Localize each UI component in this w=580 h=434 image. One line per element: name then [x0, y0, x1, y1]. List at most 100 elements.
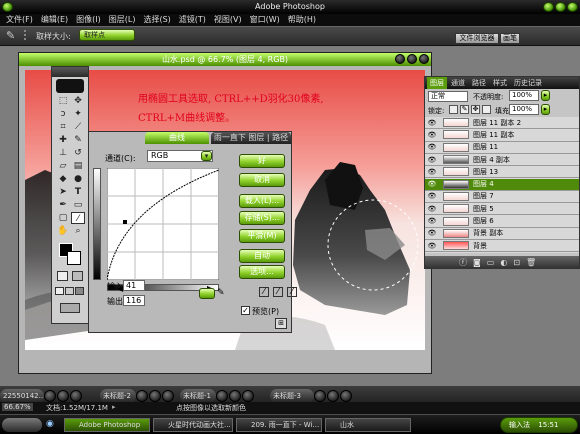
curve-graph[interactable]	[107, 168, 219, 280]
healing-brush-icon[interactable]: ✚	[56, 134, 70, 146]
marquee-tool-icon[interactable]: ⬚	[56, 95, 70, 107]
layer-style-icon[interactable]: ⓕ	[459, 257, 467, 268]
task-photoshop[interactable]: Adobe Photoshop	[64, 418, 150, 432]
doc-close-icon[interactable]	[242, 390, 254, 402]
slice-tool-icon[interactable]: ⟋	[71, 121, 85, 133]
photoshop-logo-icon[interactable]	[56, 79, 84, 93]
task-folder[interactable]: 山水	[325, 418, 411, 432]
input-field[interactable]: 41	[123, 280, 145, 291]
chevron-down-icon[interactable]: ▾	[201, 151, 212, 161]
options-button[interactable]: 选项...	[239, 265, 285, 279]
opacity-arrow-icon[interactable]: ▸	[541, 90, 550, 101]
clone-stamp-icon[interactable]: ⊥	[56, 147, 70, 159]
layer-mask-icon[interactable]: ◙	[473, 258, 481, 267]
tab-styles[interactable]: 样式	[490, 77, 510, 89]
lock-all-icon[interactable]	[482, 105, 491, 114]
app-menu-icon[interactable]	[2, 2, 13, 12]
gradient-tool-icon[interactable]: ▤	[71, 160, 85, 172]
notes-tool-icon[interactable]: ▢	[56, 212, 70, 224]
layer-row-selected[interactable]: 👁 图层 4	[425, 178, 579, 191]
screen-mode-2-icon[interactable]	[65, 287, 74, 295]
doc-close-button[interactable]	[419, 54, 429, 64]
eye-icon[interactable]: 👁	[425, 119, 439, 127]
eyedropper-white-icon[interactable]: ⁄	[287, 287, 297, 297]
eyedropper-black-icon[interactable]: ⁄	[259, 287, 269, 297]
path-select-icon[interactable]: ➤	[56, 186, 70, 198]
layer-row[interactable]: 👁 图层 4 副本	[425, 154, 579, 167]
menu-image[interactable]: 图像(I)	[72, 14, 105, 26]
eraser-tool-icon[interactable]: ▱	[56, 160, 70, 172]
auto-button[interactable]: 自动	[239, 249, 285, 263]
tab-history[interactable]: 历史记录	[511, 77, 545, 89]
toolbox-header[interactable]	[52, 67, 88, 77]
task-browser[interactable]: 火星时代动画大社...	[153, 418, 233, 432]
fill-field[interactable]: 100%	[509, 104, 539, 115]
move-tool-icon[interactable]: ✥	[71, 95, 85, 107]
menu-layer[interactable]: 图层(L)	[105, 14, 140, 26]
save-button[interactable]: 存储(S)...	[239, 211, 285, 225]
sample-size-select[interactable]: 取样点	[79, 29, 135, 41]
start-button[interactable]	[2, 418, 42, 432]
load-button[interactable]: 载入(L)...	[239, 194, 285, 208]
doc-maximize-icon[interactable]	[229, 390, 241, 402]
new-layer-icon[interactable]: ⊡	[513, 258, 520, 267]
screen-mode-3-icon[interactable]	[75, 287, 84, 295]
lock-brush-icon[interactable]: ✎	[460, 105, 469, 114]
screen-mode-1-icon[interactable]	[55, 287, 64, 295]
doc-maximize-button[interactable]	[407, 54, 417, 64]
menu-filter[interactable]: 滤镜(T)	[175, 14, 210, 26]
document-size[interactable]: 文档:1.52M/17.1M	[46, 403, 108, 413]
menu-select[interactable]: 选择(S)	[139, 14, 174, 26]
layer-row[interactable]: 👁 图层 13	[425, 166, 579, 179]
doc-maximize-icon[interactable]	[149, 390, 161, 402]
dodge-tool-icon[interactable]: ●	[71, 173, 85, 185]
doc-close-icon[interactable]	[162, 390, 174, 402]
eyedropper-tool-icon[interactable]: ✎	[6, 29, 20, 43]
minimized-doc-3[interactable]: 未标题-1	[180, 389, 216, 403]
fill-arrow-icon[interactable]: ▸	[541, 104, 550, 115]
clock[interactable]: 15:51	[538, 421, 558, 429]
crop-tool-icon[interactable]: ⌗	[56, 121, 70, 133]
trash-icon[interactable]: 🗑	[526, 258, 536, 267]
lock-move-icon[interactable]: ✥	[471, 105, 480, 114]
doc-restore-icon[interactable]	[314, 390, 326, 402]
minimized-doc-1[interactable]: 22550142...	[0, 389, 44, 403]
jump-to-imageready-icon[interactable]	[60, 303, 80, 313]
doc-close-icon[interactable]	[70, 390, 82, 402]
quick-mask-icon[interactable]	[72, 271, 83, 281]
layer-row[interactable]: 👁 图层 11 副本 2	[425, 117, 579, 130]
eyedropper-active-icon[interactable]: ⁄	[71, 212, 85, 224]
ok-button[interactable]: 好	[239, 154, 285, 168]
task-player[interactable]: 209. 雨一直下 - Wi...	[236, 418, 322, 432]
pencil-tool-icon[interactable]: ✎	[217, 288, 227, 299]
layer-row[interactable]: 👁 图层 7	[425, 191, 579, 204]
maximize-button[interactable]	[555, 2, 566, 12]
eye-icon[interactable]: 👁	[425, 143, 439, 151]
expand-icon[interactable]: ⊞	[275, 318, 287, 329]
type-tool-icon[interactable]: T	[71, 186, 85, 198]
adjustment-layer-icon[interactable]: ◐	[500, 258, 507, 267]
eye-icon[interactable]: 👁	[425, 242, 439, 250]
tab-channels[interactable]: 通道	[448, 77, 468, 89]
lasso-tool-icon[interactable]: ↄ	[56, 108, 70, 120]
blur-tool-icon[interactable]: ◆	[56, 173, 70, 185]
pen-tool-icon[interactable]: ✒	[56, 199, 70, 211]
layer-row[interactable]: 👁 图层 11	[425, 142, 579, 154]
minimized-doc-4[interactable]: 未标题-3	[270, 389, 314, 403]
close-button[interactable]	[567, 2, 578, 12]
layer-row[interactable]: 👁 图层 5	[425, 203, 579, 216]
eye-icon[interactable]: 👁	[425, 156, 439, 164]
menu-file[interactable]: 文件(F)	[2, 14, 37, 26]
standard-mode-icon[interactable]	[57, 271, 68, 281]
tab-layers[interactable]: 图层	[427, 77, 447, 89]
preview-checkbox[interactable]: ✓	[241, 306, 250, 315]
menu-view[interactable]: 视图(V)	[210, 14, 246, 26]
blend-mode-select[interactable]: 正常	[428, 91, 468, 102]
history-brush-icon[interactable]: ↺	[71, 147, 85, 159]
tab-brushes[interactable]: 画笔	[500, 33, 520, 44]
layer-row[interactable]: 👁 背景 副本	[425, 228, 579, 240]
menu-window[interactable]: 窗口(W)	[246, 14, 284, 26]
doc-close-icon[interactable]	[340, 390, 352, 402]
status-arrow-icon[interactable]: ▸	[112, 403, 116, 411]
lock-transparency-icon[interactable]	[449, 105, 458, 114]
